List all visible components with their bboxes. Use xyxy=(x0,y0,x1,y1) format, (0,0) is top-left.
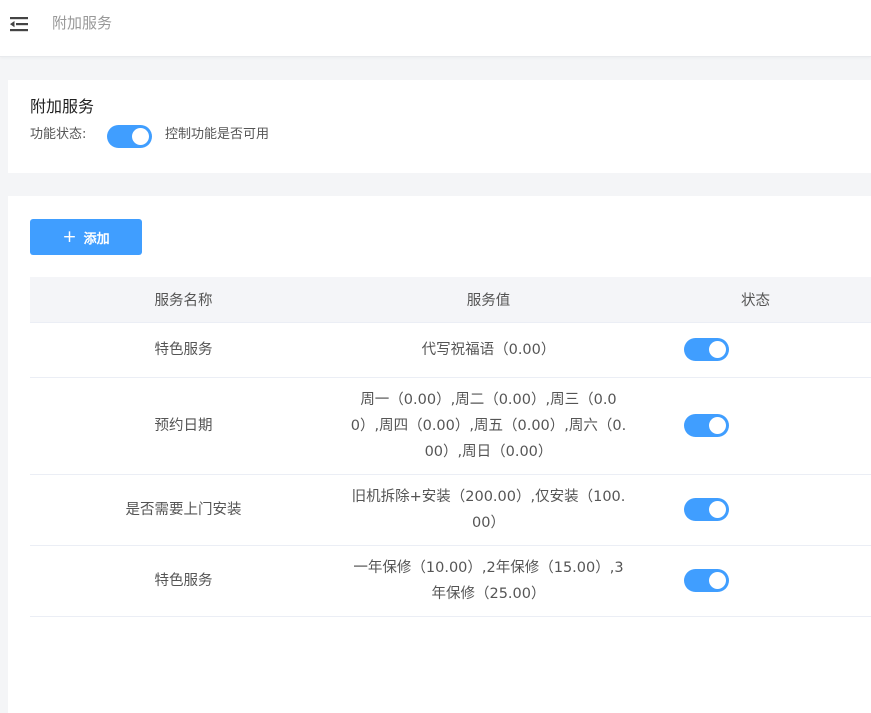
service-status-toggle[interactable] xyxy=(684,498,729,521)
menu-collapse-icon[interactable] xyxy=(10,15,30,33)
service-status-cell xyxy=(640,545,871,617)
feature-settings-card: 附加服务 功能状态: 控制功能是否可用 xyxy=(8,80,871,173)
table-row: 是否需要上门安装 旧机拆除+安装（200.00）,仅安装（100.00） xyxy=(30,474,871,546)
service-value-text: 周一（0.00）,周二（0.00）,周三（0.00）,周四（0.00）,周五（0… xyxy=(350,391,627,460)
toggle-knob xyxy=(709,417,726,434)
add-button-label: 添加 xyxy=(83,231,110,247)
table-row: 特色服务 一年保修（10.00）,2年保修（15.00）,3年保修（25.00） xyxy=(30,545,871,617)
column-header-value: 服务值 xyxy=(337,277,640,323)
service-value-cell: 一年保修（10.00）,2年保修（15.00）,3年保修（25.00） xyxy=(337,545,640,617)
feature-status-label: 功能状态: xyxy=(30,127,87,142)
service-status-toggle[interactable] xyxy=(684,338,729,361)
service-value-cell: 代写祝福语（0.00） xyxy=(337,322,640,378)
plus-icon: + xyxy=(62,226,77,247)
service-status-toggle[interactable] xyxy=(684,569,729,592)
section-title: 附加服务 xyxy=(30,97,95,116)
column-header-status: 状态 xyxy=(640,277,871,323)
toggle-knob xyxy=(709,341,726,358)
service-name-cell: 是否需要上门安装 xyxy=(30,474,337,546)
toggle-knob xyxy=(709,501,726,518)
table-row: 预约日期 周一（0.00）,周二（0.00）,周三（0.00）,周四（0.00）… xyxy=(30,377,871,475)
service-status-cell xyxy=(640,377,871,475)
column-header-name: 服务名称 xyxy=(30,277,337,323)
service-status-toggle[interactable] xyxy=(684,414,729,437)
service-name-cell: 特色服务 xyxy=(30,545,337,617)
service-value-text: 一年保修（10.00）,2年保修（15.00）,3年保修（25.00） xyxy=(353,559,624,602)
service-value-cell: 旧机拆除+安装（200.00）,仅安装（100.00） xyxy=(337,474,640,546)
feature-status-hint: 控制功能是否可用 xyxy=(165,127,270,142)
service-status-cell xyxy=(640,474,871,546)
table-header-row: 服务名称 服务值 状态 xyxy=(30,277,871,323)
table-row: 特色服务 代写祝福语（0.00） xyxy=(30,322,871,378)
top-bar: 附加服务 xyxy=(0,0,871,57)
service-value-text: 代写祝福语（0.00） xyxy=(421,341,556,358)
toggle-knob xyxy=(709,572,726,589)
breadcrumb: 附加服务 xyxy=(52,14,113,32)
service-name-cell: 预约日期 xyxy=(30,377,337,475)
service-value-cell: 周一（0.00）,周二（0.00）,周三（0.00）,周四（0.00）,周五（0… xyxy=(337,377,640,475)
add-button[interactable]: + 添加 xyxy=(30,219,142,255)
service-value-text: 旧机拆除+安装（200.00）,仅安装（100.00） xyxy=(351,488,626,531)
service-name-cell: 特色服务 xyxy=(30,322,337,378)
service-list-card: + 添加 服务名称 服务值 状态 特色服务 代写祝福语（0.00） 预约日期 周… xyxy=(8,196,871,713)
feature-status-toggle[interactable] xyxy=(107,125,152,148)
service-table: 服务名称 服务值 状态 特色服务 代写祝福语（0.00） 预约日期 周一（0.0… xyxy=(30,277,871,617)
service-status-cell xyxy=(640,322,871,378)
toggle-knob xyxy=(132,128,149,145)
